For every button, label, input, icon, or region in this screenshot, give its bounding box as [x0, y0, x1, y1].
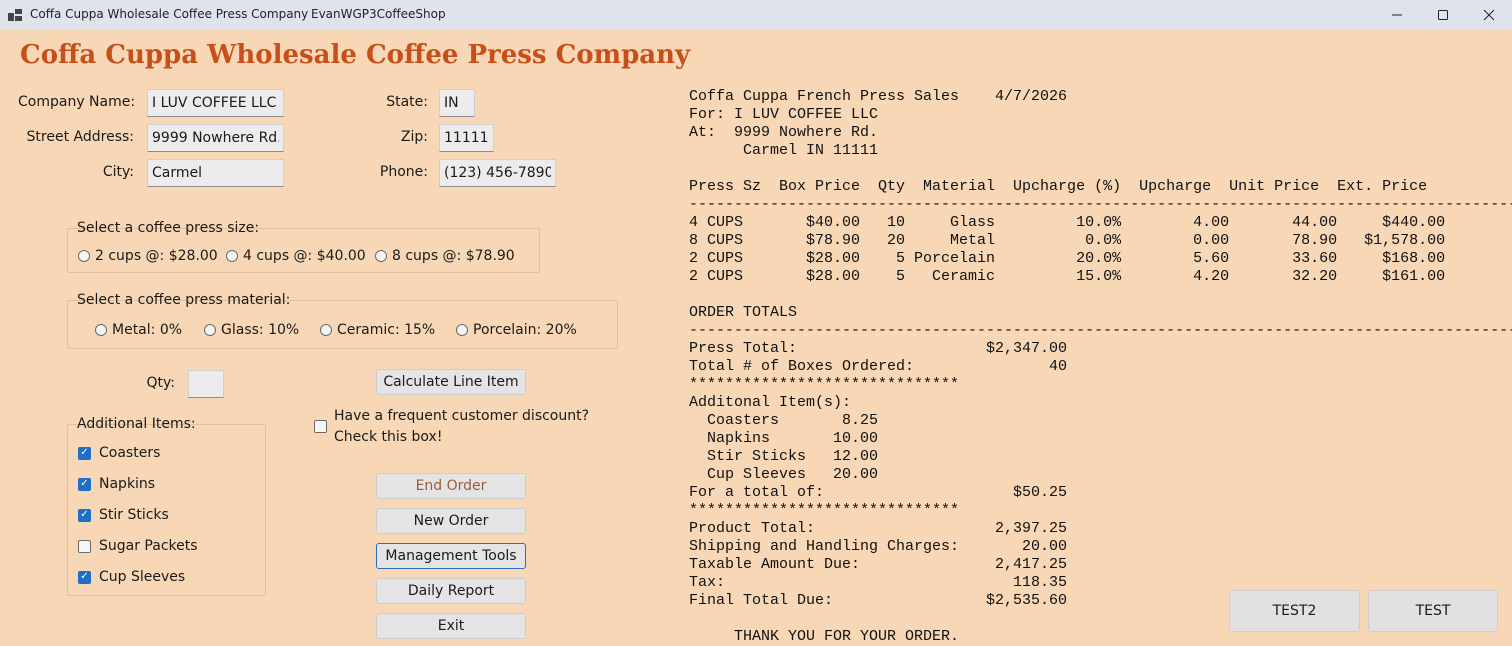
discount-label-line1: Have a frequent customer discount?	[334, 408, 590, 424]
city-label: City:	[102, 164, 134, 180]
title-bar: Coffa Cuppa Wholesale Coffee Press Compa…	[0, 0, 1512, 30]
checkbox-checked-icon	[78, 508, 91, 522]
receipt-line: Shipping and Handling Charges: 20.00	[689, 538, 1068, 555]
receipt-line: For a total of: $50.25	[689, 484, 1068, 501]
zip-input[interactable]	[439, 124, 494, 152]
receipt-line: Coasters 8.25	[689, 412, 879, 429]
test2-button[interactable]: TEST2	[1229, 590, 1360, 632]
window-title: Coffa Cuppa Wholesale Coffee Press Compa…	[30, 7, 309, 21]
receipt-line: ----------------------------------------…	[689, 196, 1512, 213]
phone-input[interactable]	[439, 159, 556, 187]
new-order-button[interactable]: New Order	[376, 508, 526, 534]
material-metal-radio[interactable]: Metal: 0%	[95, 322, 182, 338]
receipt-line: Additonal Item(s):	[689, 394, 852, 411]
discount-label-line2: Check this box!	[334, 429, 443, 445]
press-size-title: Select a coffee press size:	[77, 220, 260, 236]
company-name-label: Company Name:	[18, 94, 136, 110]
receipt-line: 2 CUPS $28.00 5 Ceramic 15.0% 4.20 32.20…	[689, 268, 1446, 285]
receipt-line: Press Total: $2,347.00	[689, 340, 1068, 357]
state-label: State:	[386, 94, 428, 110]
checkbox-checked-icon	[78, 570, 91, 584]
calculate-line-item-button[interactable]: Calculate Line Item	[376, 369, 526, 395]
management-tools-button[interactable]: Management Tools	[376, 543, 526, 569]
company-name-input[interactable]	[147, 89, 284, 117]
receipt-line: 2 CUPS $28.00 5 Porcelain 20.0% 5.60 33.…	[689, 250, 1446, 267]
qty-label: Qty:	[146, 375, 176, 391]
daily-report-button[interactable]: Daily Report	[376, 578, 526, 604]
receipt-line: THANK YOU FOR YOUR ORDER.	[689, 628, 960, 645]
receipt-line: Product Total: 2,397.25	[689, 520, 1068, 537]
state-input[interactable]	[439, 89, 475, 117]
close-icon[interactable]	[1466, 0, 1512, 30]
receipt-line: Total # of Boxes Ordered: 40	[689, 358, 1068, 375]
receipt-line: ----------------------------------------…	[689, 322, 1512, 339]
receipt-line: Press Sz Box Price Qty Material Upcharge…	[689, 178, 1428, 195]
sugar-packets-checkbox[interactable]: Sugar Packets	[78, 538, 198, 554]
napkins-checkbox[interactable]: Napkins	[78, 476, 155, 492]
material-ceramic-radio[interactable]: Ceramic: 15%	[320, 322, 435, 338]
street-address-input[interactable]	[147, 124, 284, 152]
zip-label: Zip:	[400, 129, 428, 145]
checkbox-checked-icon	[78, 477, 91, 491]
size-4-cups-radio[interactable]: 4 cups @: $40.00	[226, 248, 366, 264]
material-glass-radio[interactable]: Glass: 10%	[204, 322, 299, 338]
receipt-line: Tax: 118.35	[689, 574, 1068, 591]
receipt-line: Cup Sleeves 20.00	[689, 466, 879, 483]
stir-sticks-checkbox[interactable]: Stir Sticks	[78, 507, 169, 523]
qty-input[interactable]	[188, 370, 224, 398]
end-order-button[interactable]: End Order	[376, 473, 526, 499]
discount-checkbox[interactable]	[314, 420, 327, 433]
exit-button[interactable]: Exit	[376, 613, 526, 639]
receipt-line: ******************************	[689, 502, 960, 519]
receipt-line: ******************************	[689, 376, 960, 393]
receipt-line: Napkins 10.00	[689, 430, 879, 447]
receipt-line: For: I LUV COFFEE LLC	[689, 106, 879, 123]
receipt-line: Coffa Cuppa French Press Sales 4/7/2026	[689, 88, 1068, 105]
maximize-icon[interactable]	[1420, 0, 1466, 30]
receipt-line: At: 9999 Nowhere Rd.	[689, 124, 879, 141]
receipt-line: Stir Sticks 12.00	[689, 448, 879, 465]
receipt-line: Taxable Amount Due: 2,417.25	[689, 556, 1068, 573]
street-address-label: Street Address:	[26, 129, 134, 145]
press-material-title: Select a coffee press material:	[77, 292, 291, 308]
receipt-line: Carmel IN 11111	[689, 142, 879, 159]
page-title: Coffa Cuppa Wholesale Coffee Press Compa…	[20, 40, 691, 70]
size-2-cups-radio[interactable]: 2 cups @: $28.00	[78, 248, 218, 264]
checkbox-unchecked-icon	[78, 539, 91, 553]
coasters-checkbox[interactable]: Coasters	[78, 445, 160, 461]
order-receipt: Coffa Cuppa French Press Sales 4/7/2026 …	[689, 88, 1512, 646]
phone-label: Phone:	[379, 164, 428, 180]
app-icon	[8, 9, 22, 21]
project-name: EvanWGP3CoffeeShop	[311, 7, 446, 21]
checkbox-checked-icon	[78, 446, 91, 460]
additional-items-title: Additional Items:	[77, 416, 196, 432]
receipt-line: ORDER TOTALS	[689, 304, 798, 321]
test-button[interactable]: TEST	[1368, 590, 1498, 632]
city-input[interactable]	[147, 159, 284, 187]
cup-sleeves-checkbox[interactable]: Cup Sleeves	[78, 569, 185, 585]
receipt-line: 8 CUPS $78.90 20 Metal 0.0% 0.00 78.90 $…	[689, 232, 1446, 249]
size-8-cups-radio[interactable]: 8 cups @: $78.90	[375, 248, 515, 264]
minimize-icon[interactable]	[1374, 0, 1420, 30]
receipt-line: 4 CUPS $40.00 10 Glass 10.0% 4.00 44.00 …	[689, 214, 1446, 231]
material-porcelain-radio[interactable]: Porcelain: 20%	[456, 322, 577, 338]
receipt-line: Final Total Due: $2,535.60	[689, 592, 1068, 609]
